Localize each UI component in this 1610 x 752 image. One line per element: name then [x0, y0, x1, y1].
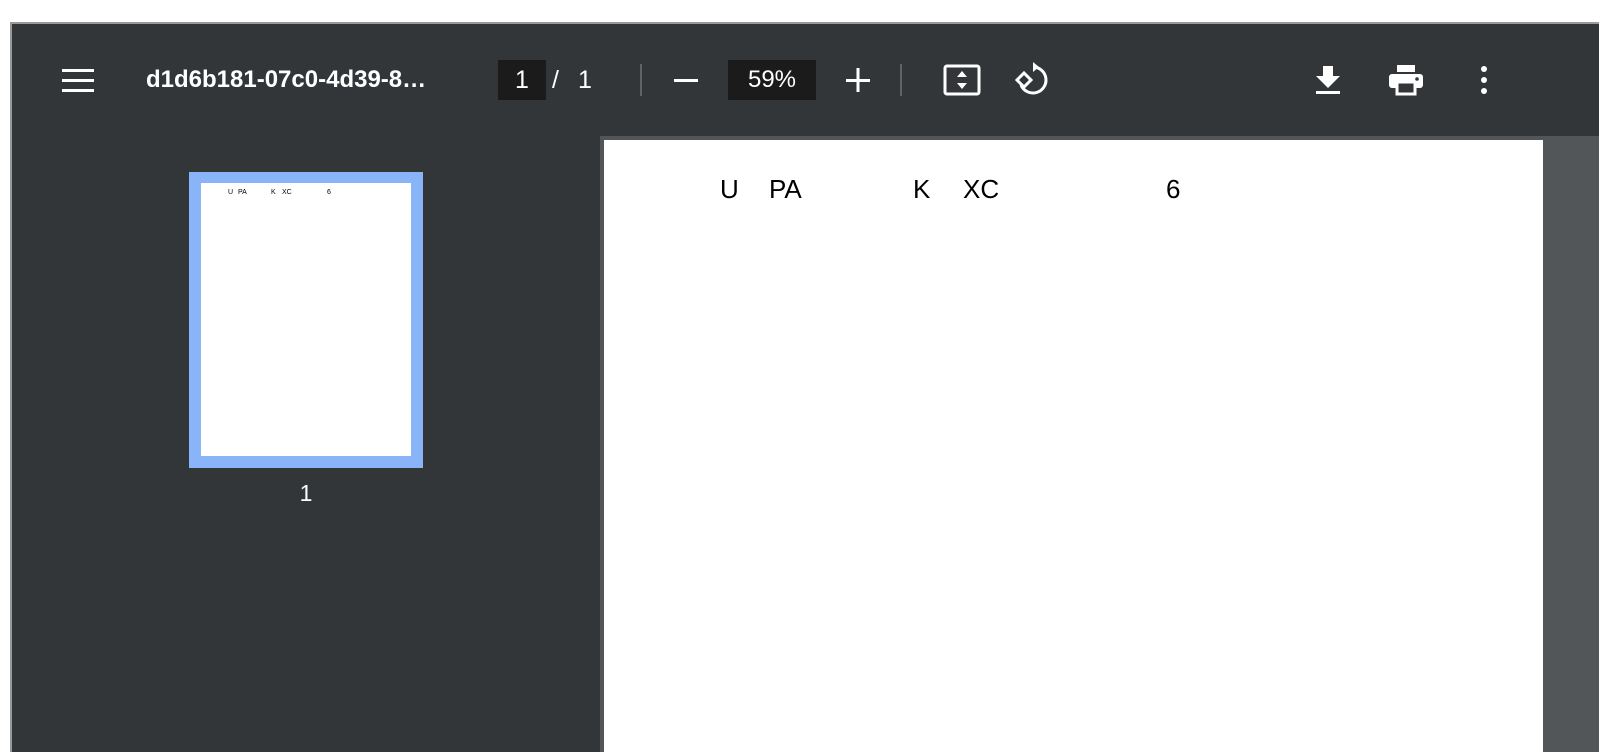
thumbnail-page: U PA K XC 6: [201, 183, 411, 456]
toolbar: d1d6b181-07c0-4d39-8… / 1: [12, 24, 1599, 136]
zoom-out-button[interactable]: [662, 56, 710, 104]
zoom-in-button[interactable]: [834, 56, 882, 104]
more-vert-icon: [1479, 65, 1489, 95]
toolbar-divider: [640, 64, 642, 96]
page-thumbnail[interactable]: U PA K XC 6: [189, 172, 423, 468]
page-text: 6: [1166, 174, 1181, 204]
menu-button[interactable]: [54, 57, 102, 105]
minus-icon: [672, 66, 700, 94]
menu-icon: [61, 67, 95, 95]
page-total: 1: [578, 66, 592, 94]
download-icon: [1313, 64, 1343, 96]
thumbnail-text: PA: [238, 189, 247, 196]
page-text: PA: [769, 174, 802, 204]
rotate-button[interactable]: [1008, 56, 1056, 104]
document-viewport[interactable]: U PA K XC 6: [600, 136, 1599, 752]
thumbnail-sidebar: U PA K XC 6 1: [12, 136, 600, 752]
thumbnail-text: XC: [282, 189, 292, 196]
download-button[interactable]: [1304, 56, 1352, 104]
page-text: U: [720, 174, 739, 204]
more-options-button[interactable]: [1460, 56, 1508, 104]
page-text: K: [913, 174, 931, 204]
thumbnail-text: 6: [327, 189, 331, 196]
print-icon: [1388, 64, 1424, 96]
fit-to-page-button[interactable]: [938, 56, 986, 104]
print-button[interactable]: [1382, 56, 1430, 104]
page-number-input[interactable]: [498, 60, 546, 100]
rotate-icon: [1013, 61, 1051, 99]
fit-to-page-icon: [943, 64, 981, 96]
thumbnail-label: 1: [299, 480, 313, 506]
document-page: U PA K XC 6: [604, 140, 1543, 752]
page-separator: /: [552, 66, 559, 94]
page-text: XC: [963, 174, 1000, 204]
thumbnail-text: U: [228, 189, 234, 196]
pdf-viewer: d1d6b181-07c0-4d39-8… / 1: [10, 22, 1599, 752]
document-title: d1d6b181-07c0-4d39-8…: [146, 66, 427, 93]
plus-icon: [844, 66, 872, 94]
zoom-input[interactable]: [728, 60, 816, 100]
thumbnail-text: K: [271, 189, 276, 196]
toolbar-divider: [900, 64, 902, 96]
